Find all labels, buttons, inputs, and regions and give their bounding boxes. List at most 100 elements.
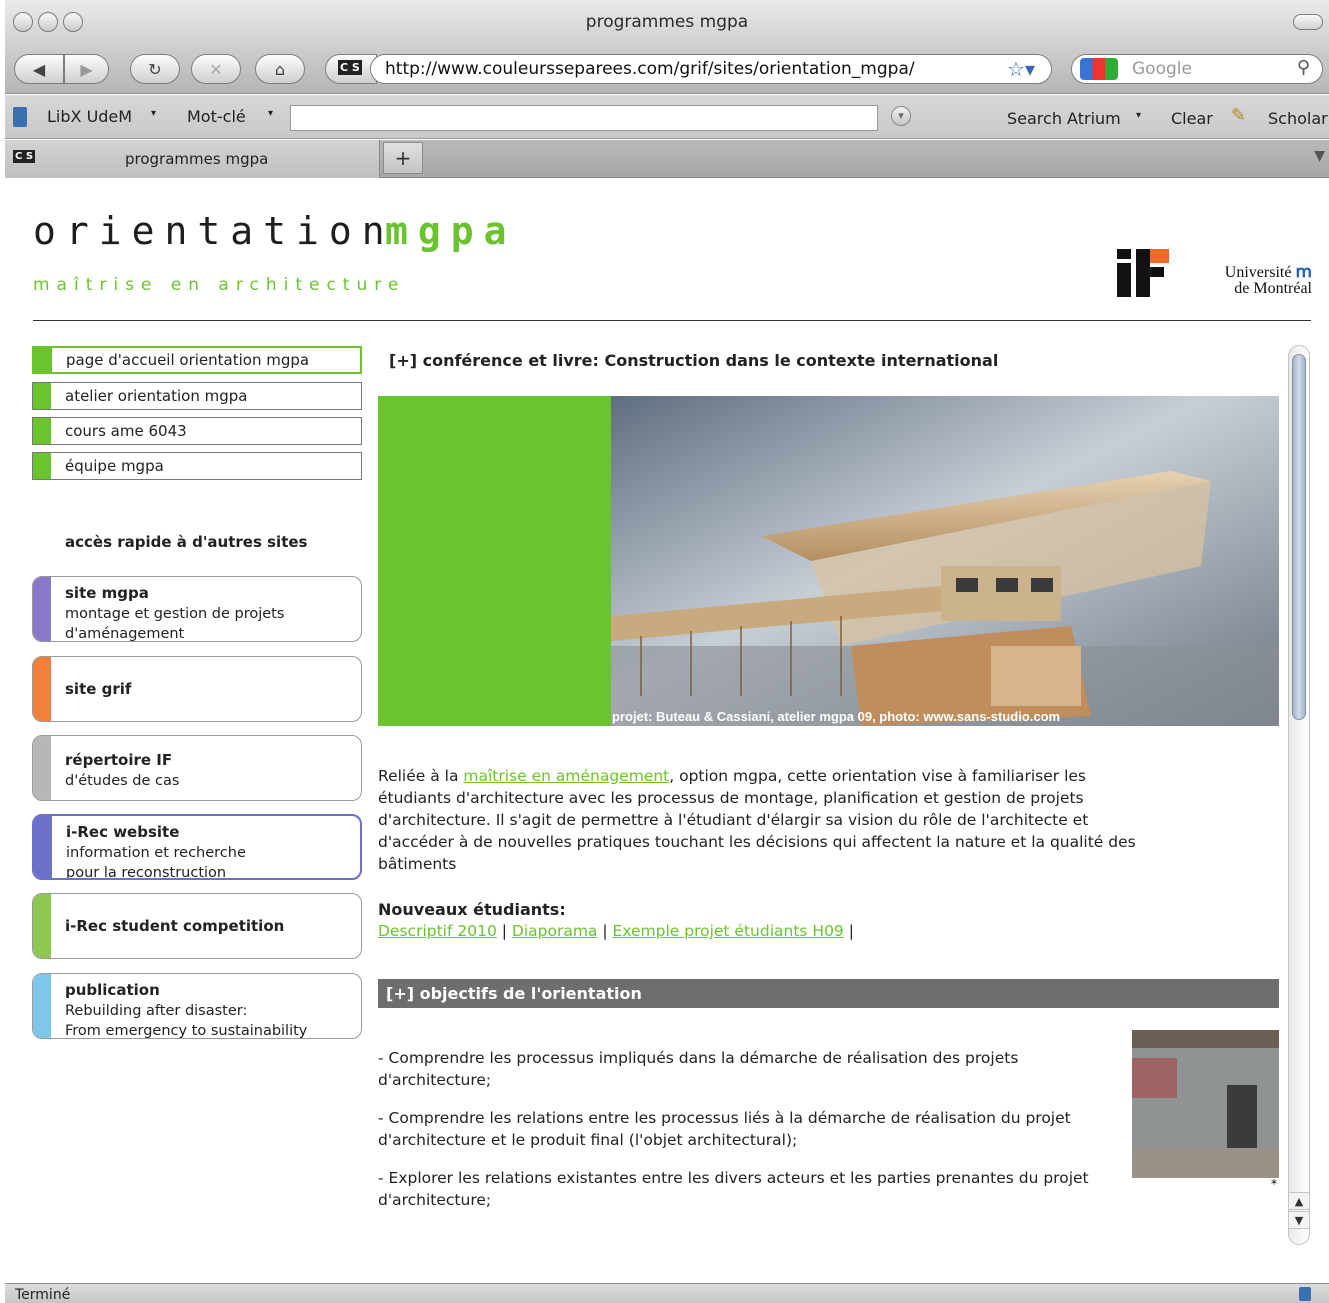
new-students-links: Descriptif 2010 | Diaporama | Exemple pr…	[378, 922, 854, 940]
libx-go-icon[interactable]: ▾	[891, 106, 911, 126]
card-title: répertoire IF	[65, 751, 173, 769]
thumbnail-marker: *	[1271, 1177, 1277, 1191]
udem-logo[interactable]: Université ՠ de Montréal	[1190, 261, 1312, 297]
reload-icon: ↻	[148, 59, 162, 79]
banner-caption: projet: Buteau & Cassiani, atelier mgpa …	[612, 709, 1061, 724]
toolbar-toggle-button[interactable]	[1293, 14, 1323, 30]
objective-item: - Comprendre les processus impliqués dan…	[378, 1049, 1019, 1089]
back-button[interactable]: ◀	[14, 54, 64, 84]
libx-status-icon[interactable]	[1299, 1287, 1311, 1301]
udem-emblem-icon: ՠ	[1295, 261, 1312, 281]
libx-toolbar: LibX UdeM ▾ Mot-clé ▾ ▾ Search Atrium ▾ …	[5, 95, 1329, 139]
quick-access-title: accès rapide à d'autres sites	[65, 533, 308, 551]
libx-menu[interactable]: LibX UdeM	[47, 107, 132, 126]
if-logo-icon[interactable]	[1117, 249, 1169, 297]
card-title: i-Rec website	[66, 823, 180, 841]
nav-item-cours[interactable]: cours ame 6043	[32, 417, 362, 445]
conference-heading[interactable]: [+] conférence et livre: Construction da…	[389, 351, 998, 370]
card-repertoire-if[interactable]: répertoire IF d'études de cas	[32, 735, 362, 801]
home-icon: ⌂	[274, 59, 286, 79]
card-line1: d'études de cas	[65, 773, 180, 789]
reload-button[interactable]: ↻	[130, 54, 180, 84]
intro-paragraph: Reliée à la maîtrise en aménagement, opt…	[378, 765, 1138, 875]
card-irec-website[interactable]: i-Rec website information et recherche p…	[32, 814, 362, 880]
nav-item-atelier[interactable]: atelier orientation mgpa	[32, 382, 362, 410]
bookmark-star-icon[interactable]: ☆▾	[1007, 57, 1035, 81]
url-text[interactable]: http://www.couleursseparees.com/grif/sit…	[385, 59, 915, 79]
browser-window: programmes mgpa ◀ ▶ ↻ ✕ ⌂ C S http://www…	[5, 0, 1329, 1303]
link-exemple-projet[interactable]: Exemple projet étudiants H09	[613, 922, 844, 940]
libx-logo-icon	[13, 107, 27, 127]
intro-link[interactable]: maîtrise en aménagement	[463, 767, 669, 785]
search-placeholder: Google	[1132, 59, 1192, 79]
clear-button[interactable]: Clear	[1171, 109, 1213, 128]
site-favicon-icon: C S	[338, 60, 362, 75]
link-descriptif[interactable]: Descriptif 2010	[378, 922, 497, 940]
new-students-title: Nouveaux étudiants:	[378, 900, 566, 919]
magnifier-icon[interactable]: ⚲	[1297, 57, 1310, 78]
libx-search-input[interactable]	[290, 105, 878, 131]
status-text: Terminé	[15, 1287, 71, 1303]
card-color-bar	[34, 816, 52, 878]
home-button[interactable]: ⌂	[255, 54, 305, 84]
scholar-button[interactable]: Scholar	[1268, 109, 1328, 128]
card-color-bar	[33, 657, 51, 721]
card-irec-competition[interactable]: i-Rec student competition	[32, 893, 362, 959]
search-atrium-button[interactable]: Search Atrium	[1007, 109, 1121, 128]
card-color-bar	[33, 974, 51, 1038]
navigation-toolbar: ◀ ▶ ↻ ✕ ⌂ C S http://www.couleursseparee…	[5, 46, 1329, 94]
libx-menu-arrow-icon[interactable]: ▾	[151, 108, 156, 119]
address-bar[interactable]: http://www.couleursseparees.com/grif/sit…	[370, 54, 1052, 84]
objective-item: - Comprendre les relations entre les pro…	[378, 1109, 1071, 1149]
plus-icon: +	[394, 146, 412, 170]
search-mode-arrow-icon[interactable]: ▾	[268, 108, 273, 119]
card-site-grif[interactable]: site grif	[32, 656, 362, 722]
card-site-mgpa[interactable]: site mgpa montage et gestion de projets …	[32, 576, 362, 642]
udem-line1: Université	[1224, 264, 1292, 281]
scrollbar-thumb[interactable]	[1292, 354, 1306, 720]
nav-item-equipe[interactable]: équipe mgpa	[32, 452, 362, 480]
card-line1: Rebuilding after disaster:	[65, 1003, 248, 1019]
card-line2: From emergency to sustainability	[65, 1023, 308, 1039]
vertical-scrollbar[interactable]	[1288, 345, 1310, 1245]
scroll-down-button[interactable]: ▼	[1288, 1211, 1310, 1229]
back-arrow-icon: ◀	[32, 59, 46, 79]
scroll-up-button[interactable]: ▲	[1288, 1192, 1310, 1210]
objective-item: - Explorer les relations existantes entr…	[378, 1169, 1089, 1209]
card-publication[interactable]: publication Rebuilding after disaster: F…	[32, 973, 362, 1039]
udem-line2: de Montréal	[1234, 280, 1312, 297]
forward-button[interactable]: ▶	[64, 54, 109, 84]
card-color-bar	[33, 736, 51, 800]
tab-favicon-icon: C S	[13, 150, 36, 163]
link-diaporama[interactable]: Diaporama	[512, 922, 598, 940]
card-title: i-Rec student competition	[65, 917, 285, 935]
card-line2: d'aménagement	[65, 626, 185, 642]
window-title: programmes mgpa	[585, 12, 749, 32]
card-line1: montage et gestion de projets	[65, 606, 285, 622]
tab-label: programmes mgpa	[125, 150, 269, 168]
web-page: orientation mgpa maîtrise en architectur…	[5, 179, 1329, 1283]
card-title: site grif	[65, 680, 132, 698]
stop-icon: ✕	[209, 59, 223, 79]
stop-button[interactable]: ✕	[191, 54, 241, 84]
nav-item-accueil[interactable]: page d'accueil orientation mgpa	[32, 346, 362, 374]
card-title: site mgpa	[65, 584, 149, 602]
objectives-heading[interactable]: [+] objectifs de l'orientation	[378, 979, 1279, 1008]
search-mode-dropdown[interactable]: Mot-clé	[187, 107, 246, 126]
header-divider	[33, 320, 1311, 321]
tab-programmes-mgpa[interactable]: C S programmes mgpa	[5, 140, 380, 178]
google-engine-icon[interactable]	[1080, 58, 1118, 80]
tagline: maîtrise en architecture	[33, 275, 406, 295]
new-tab-button[interactable]: +	[383, 142, 423, 174]
card-color-bar	[33, 894, 51, 958]
card-title: publication	[65, 981, 160, 999]
search-atrium-arrow-icon[interactable]: ▾	[1136, 110, 1141, 121]
card-line1: information et recherche	[66, 845, 246, 861]
intro-pre: Reliée à la	[378, 767, 464, 785]
card-line2: pour la reconstruction	[66, 865, 227, 880]
search-box[interactable]: Google ⚲	[1071, 54, 1323, 84]
title-bar: programmes mgpa	[5, 0, 1329, 46]
banner-green-block	[378, 396, 611, 726]
street-scene-thumbnail	[1132, 1030, 1279, 1178]
tab-list-icon[interactable]: ▼	[1314, 148, 1325, 164]
